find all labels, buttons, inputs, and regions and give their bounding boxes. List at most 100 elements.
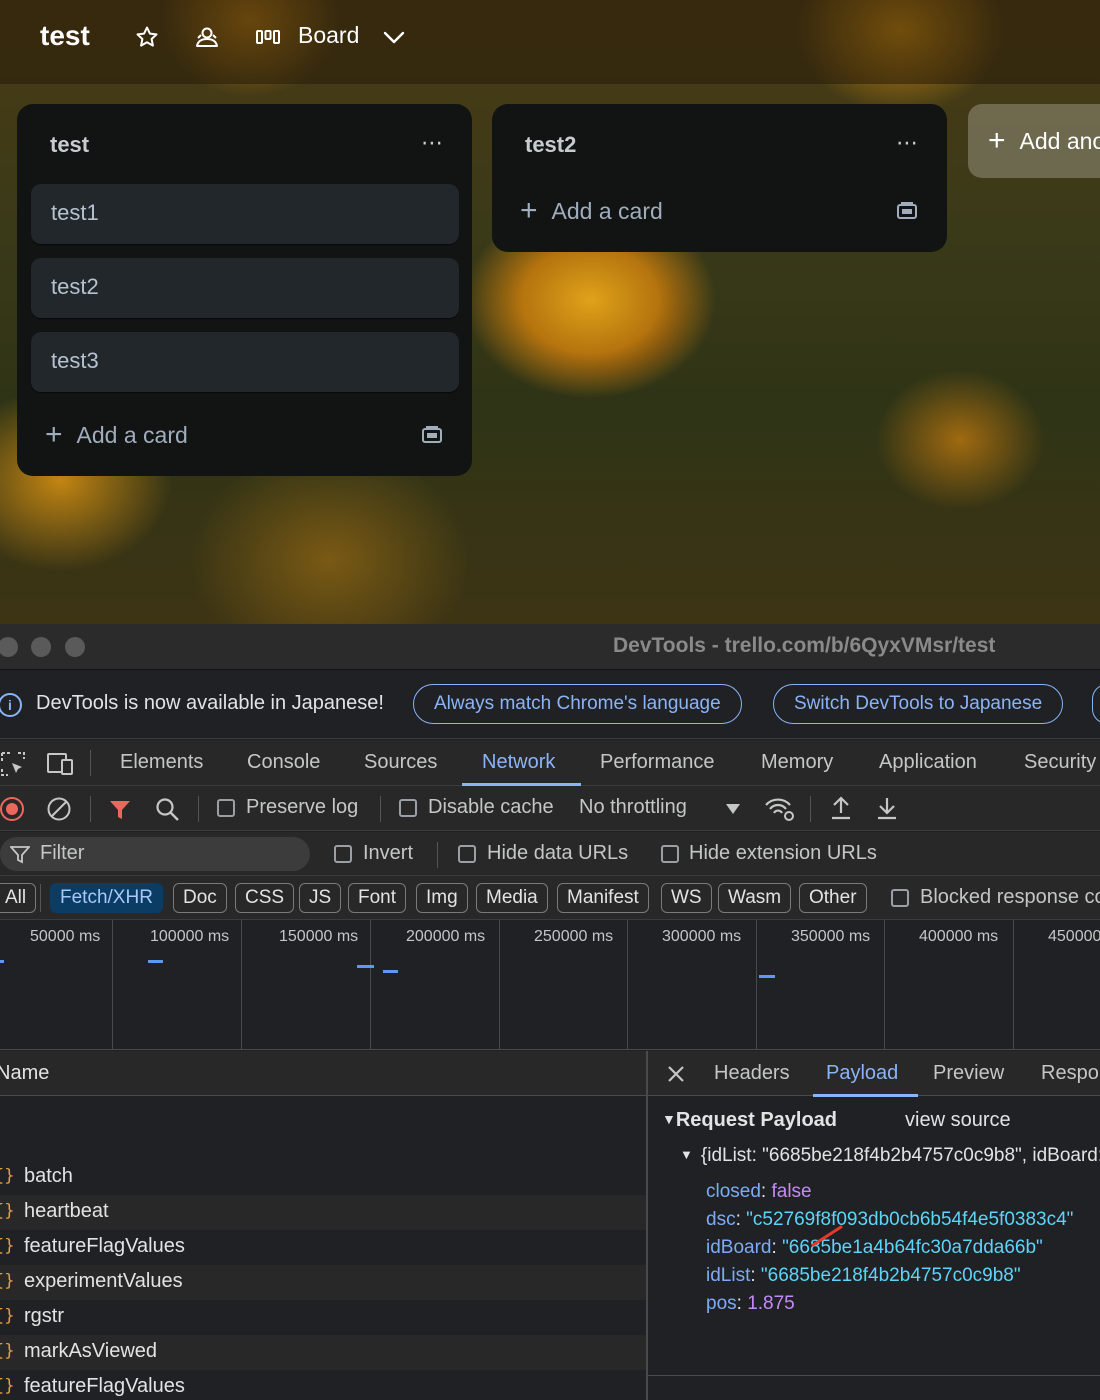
timeline-tick: 300000 ms — [662, 928, 742, 945]
detail-tab-payload[interactable]: Payload — [826, 1062, 898, 1085]
add-card-button[interactable]: + Add a card — [520, 194, 663, 228]
list-item[interactable]: {} markAsViewed — [0, 1335, 646, 1370]
network-conditions-icon[interactable] — [764, 796, 796, 822]
board-title[interactable]: test — [40, 20, 90, 52]
match-language-button[interactable]: Always match Chrome's language — [413, 684, 742, 724]
throttling-select[interactable]: No throttling — [579, 796, 687, 819]
network-toolbar: Preserve log Disable cache No throttling — [0, 786, 1100, 831]
star-icon[interactable] — [133, 22, 161, 52]
view-switcher-label[interactable]: Board — [298, 22, 359, 49]
payload-object-summary[interactable]: ▼ {idList: "6685be218f4b2b4757c0c9b8", id… — [680, 1145, 1100, 1167]
search-icon[interactable] — [155, 797, 181, 823]
card-template-icon[interactable] — [421, 425, 443, 445]
timeline-gridline — [241, 920, 242, 1050]
list-menu-icon[interactable]: ⋯ — [421, 130, 444, 156]
caret-down-icon[interactable] — [725, 803, 741, 815]
add-list-button[interactable]: + Add another list — [968, 104, 1100, 178]
type-filter-img[interactable]: Img — [416, 883, 468, 913]
visibility-icon[interactable] — [193, 22, 221, 52]
type-filter-font[interactable]: Font — [348, 883, 407, 913]
tab-sources[interactable]: Sources — [364, 751, 437, 774]
card-test1[interactable]: test1 — [31, 184, 459, 244]
type-filter-media[interactable]: Media — [476, 883, 548, 913]
card-test2[interactable]: test2 — [31, 258, 459, 318]
tab-performance[interactable]: Performance — [600, 751, 715, 774]
inspect-element-icon[interactable] — [0, 751, 26, 777]
tab-network[interactable]: Network — [482, 751, 555, 774]
add-card-button[interactable]: + Add a card — [45, 418, 188, 452]
list-menu-icon[interactable]: ⋯ — [896, 130, 919, 156]
field-key: closed — [706, 1181, 761, 1202]
hide-data-urls-checkbox[interactable] — [458, 845, 476, 863]
list-item[interactable]: {} experimentValues — [0, 1265, 646, 1300]
field-value: "c52769f8f093db0cb6b54f4e5f0383c4" — [746, 1209, 1074, 1230]
card-template-icon[interactable] — [896, 201, 918, 221]
blocked-cookies-checkbox[interactable] — [891, 889, 909, 907]
list-item[interactable]: {} featureFlagValues — [0, 1230, 646, 1265]
list-item[interactable]: {} batch — [0, 1160, 646, 1195]
type-filter-other[interactable]: Other — [799, 883, 867, 913]
type-filter-wasm[interactable]: Wasm — [718, 883, 792, 913]
device-toolbar-icon[interactable] — [46, 751, 74, 777]
type-filter-all[interactable]: All — [0, 883, 37, 913]
dont-show-again-button[interactable] — [1092, 684, 1100, 724]
request-name: heartbeat — [24, 1200, 109, 1222]
hide-extension-urls-checkbox[interactable] — [661, 845, 679, 863]
card-test3[interactable]: test3 — [31, 332, 459, 392]
column-header-name: Name — [0, 1062, 50, 1084]
field-value: "6685be218f4b2b4757c0c9b8" — [760, 1265, 1021, 1286]
plus-icon: + — [45, 418, 63, 451]
language-infobar: i DevTools is now available in Japanese!… — [0, 671, 1100, 739]
detail-tab-preview[interactable]: Preview — [933, 1062, 1004, 1085]
filter-placeholder: Filter — [40, 842, 85, 864]
minimize-window-button[interactable] — [31, 637, 51, 657]
close-window-button[interactable] — [0, 637, 18, 657]
zoom-window-button[interactable] — [65, 637, 85, 657]
triangle-down-icon: ▼ — [680, 1147, 693, 1162]
preserve-log-label: Preserve log — [246, 796, 359, 818]
preserve-log-checkbox[interactable] — [217, 799, 235, 817]
tab-memory[interactable]: Memory — [761, 751, 833, 774]
request-payload-section[interactable]: ▼Request Payload — [662, 1109, 837, 1132]
view-source-link[interactable]: view source — [905, 1109, 1011, 1132]
type-filter-css[interactable]: CSS — [235, 883, 295, 913]
invert-checkbox[interactable] — [334, 845, 352, 863]
tab-application[interactable]: Application — [879, 751, 977, 774]
timeline-gridline — [627, 920, 628, 1050]
list-title[interactable]: test — [50, 132, 89, 158]
list-item[interactable]: 6685be2b3f3f4b57c5b2b0e5 — [0, 1087, 646, 1099]
payload-field-idboard: idBoard: "6685be1a4b64fc30a7dda66b" — [706, 1237, 1043, 1258]
import-har-icon[interactable] — [829, 795, 853, 821]
detail-tab-response[interactable]: Response — [1041, 1062, 1100, 1085]
type-filter-doc[interactable]: Doc — [173, 883, 227, 913]
tab-console[interactable]: Console — [247, 751, 320, 774]
filter-input[interactable]: Filter — [0, 837, 310, 871]
list-item[interactable]: {} rgstr — [0, 1300, 646, 1335]
board-view-icon[interactable] — [254, 22, 282, 52]
type-filter-ws[interactable]: WS — [661, 883, 712, 913]
type-filter-js[interactable]: JS — [299, 883, 342, 913]
payload-field-pos: pos: 1.875 — [706, 1293, 795, 1314]
list-title[interactable]: test2 — [525, 132, 576, 158]
list-item[interactable]: {} heartbeat — [0, 1195, 646, 1230]
chevron-down-icon[interactable] — [380, 22, 408, 52]
list-item[interactable]: {} featureFlagValues — [0, 1370, 646, 1400]
filter-funnel-icon[interactable] — [108, 798, 132, 822]
close-icon[interactable] — [667, 1065, 685, 1083]
divider — [437, 842, 438, 868]
export-har-icon[interactable] — [875, 795, 899, 821]
network-overview-timeline[interactable]: 50000 ms 100000 ms 150000 ms 200000 ms 2… — [0, 920, 1100, 1050]
type-filter-fetch-xhr[interactable]: Fetch/XHR — [50, 883, 163, 913]
tab-security[interactable]: Security — [1024, 751, 1096, 774]
type-filter-manifest[interactable]: Manifest — [557, 883, 649, 913]
tab-elements[interactable]: Elements — [120, 751, 203, 774]
record-stop-icon[interactable] — [0, 796, 26, 822]
clear-icon[interactable] — [46, 796, 72, 822]
add-card-label: Add a card — [551, 197, 663, 224]
disable-cache-checkbox[interactable] — [399, 799, 417, 817]
switch-language-button[interactable]: Switch DevTools to Japanese — [773, 684, 1064, 724]
detail-tab-headers[interactable]: Headers — [714, 1062, 790, 1085]
divider — [90, 750, 91, 776]
hide-extension-urls-label: Hide extension URLs — [689, 842, 877, 864]
request-name: experimentValues — [24, 1270, 183, 1292]
